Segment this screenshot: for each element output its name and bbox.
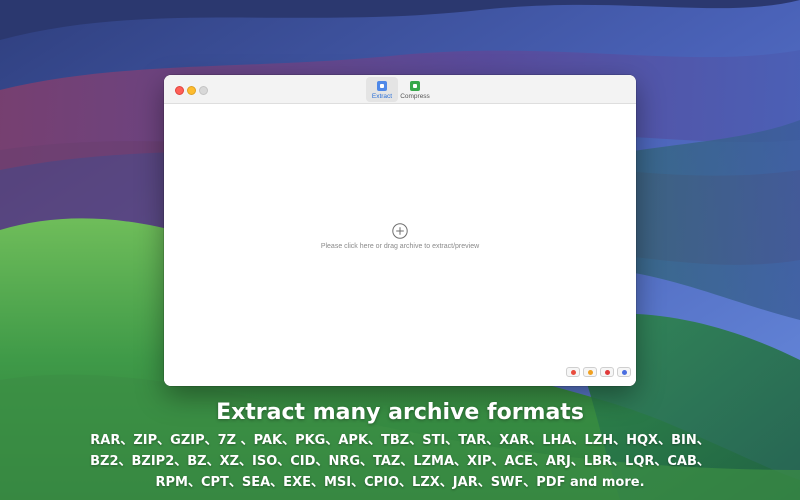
settings-icon — [621, 369, 627, 375]
feedback-button[interactable] — [583, 367, 597, 377]
formats-line-2: BZ2、BZIP2、BZ、XZ、ISO、CID、NRG、TAZ、LZMA、XIP… — [90, 454, 710, 469]
app-window: Extract Compress Please click here or dr… — [164, 75, 636, 386]
archive-drop-area[interactable]: Please click here or drag archive to ext… — [164, 104, 636, 386]
tab-compress-label: Compress — [400, 93, 430, 100]
promo-title: Extract many archive formats — [216, 400, 584, 425]
zoom-window-button[interactable] — [199, 86, 208, 95]
archive-box-icon — [377, 81, 387, 91]
titlebar: Extract Compress — [164, 75, 636, 104]
smiley-icon — [587, 369, 593, 375]
formats-line-3: RPM、CPT、SEA、EXE、MSI、CPIO、LZX、JAR、SWF、PDF… — [155, 475, 645, 490]
plus-circle-icon[interactable] — [392, 223, 408, 239]
formats-line-1: RAR、ZIP、GZIP、7Z 、PAK、PKG、APK、TBZ、STI、TAR… — [90, 433, 710, 448]
close-window-button[interactable] — [175, 86, 184, 95]
settings-button[interactable] — [617, 367, 631, 377]
desktop: Extract Compress Please click here or dr… — [0, 0, 800, 500]
star-icon — [604, 369, 610, 375]
minimize-window-button[interactable] — [187, 86, 196, 95]
tab-extract[interactable]: Extract — [366, 77, 398, 102]
store-button[interactable] — [566, 367, 580, 377]
compress-box-icon — [410, 81, 420, 91]
tab-compress[interactable]: Compress — [398, 77, 432, 102]
drop-hint-text: Please click here or drag archive to ext… — [320, 243, 480, 250]
rate-button[interactable] — [600, 367, 614, 377]
tab-extract-label: Extract — [371, 93, 393, 100]
cart-icon — [570, 369, 576, 375]
